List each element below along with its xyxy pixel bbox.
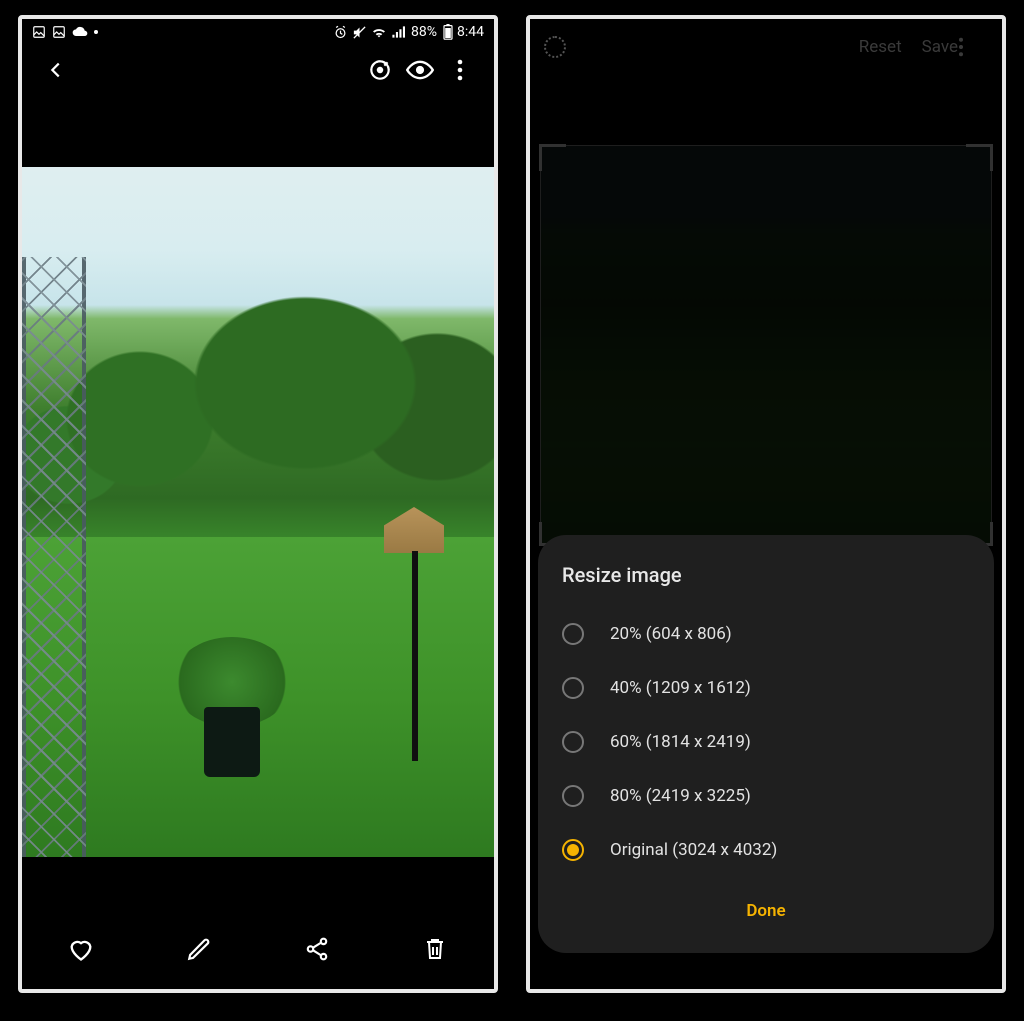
loading-spinner-icon bbox=[544, 36, 566, 58]
viewer-top-bar bbox=[22, 45, 494, 95]
radio-icon bbox=[562, 623, 584, 645]
phone-editor: Reset Save Resize image 20% (604 x 806) … bbox=[526, 15, 1006, 993]
radio-icon bbox=[562, 677, 584, 699]
editor-top-bar: Reset Save bbox=[530, 19, 1002, 75]
resize-sheet: Resize image 20% (604 x 806) 40% (1209 x… bbox=[538, 535, 994, 953]
resize-option-80[interactable]: 80% (2419 x 3225) bbox=[562, 769, 970, 823]
more-options-icon[interactable] bbox=[440, 50, 480, 90]
viewer-action-bar bbox=[22, 909, 494, 989]
resize-sheet-title: Resize image bbox=[562, 563, 970, 587]
sheet-footer: Done bbox=[562, 891, 970, 931]
photo-trees bbox=[22, 287, 494, 527]
battery-percent: 88% bbox=[411, 24, 437, 40]
status-bar: 88% 8:44 bbox=[22, 19, 494, 45]
signal-icon bbox=[391, 25, 405, 39]
notification-image-icon bbox=[32, 25, 46, 39]
resize-option-label: Original (3024 x 4032) bbox=[610, 840, 777, 860]
delete-button[interactable] bbox=[407, 921, 463, 977]
resize-option-original[interactable]: Original (3024 x 4032) bbox=[562, 823, 970, 877]
mute-icon bbox=[352, 25, 367, 40]
photo-content bbox=[22, 167, 494, 857]
cloud-icon bbox=[72, 26, 88, 38]
resize-option-60[interactable]: 60% (1814 x 2419) bbox=[562, 715, 970, 769]
wifi-icon bbox=[371, 25, 387, 39]
alarm-icon bbox=[333, 25, 348, 40]
status-left bbox=[32, 25, 98, 39]
share-button[interactable] bbox=[289, 921, 345, 977]
battery-icon bbox=[443, 24, 453, 40]
reset-button[interactable]: Reset bbox=[859, 37, 902, 57]
radio-selected-icon bbox=[562, 839, 584, 861]
resize-option-label: 80% (2419 x 3225) bbox=[610, 786, 751, 806]
editor-more-icon[interactable] bbox=[958, 37, 988, 57]
radio-icon bbox=[562, 785, 584, 807]
status-right: 88% 8:44 bbox=[333, 24, 484, 40]
resize-option-20[interactable]: 20% (604 x 806) bbox=[562, 607, 970, 661]
photo-planter bbox=[192, 637, 272, 777]
photo-feeder-post bbox=[412, 551, 418, 761]
dot-icon bbox=[94, 30, 98, 34]
photo-viewport[interactable] bbox=[22, 95, 494, 909]
resize-option-label: 20% (604 x 806) bbox=[610, 624, 732, 644]
notification-image2-icon bbox=[52, 25, 66, 39]
save-button[interactable]: Save bbox=[922, 37, 958, 57]
radio-icon bbox=[562, 731, 584, 753]
resize-option-40[interactable]: 40% (1209 x 1612) bbox=[562, 661, 970, 715]
phone-viewer: 88% 8:44 bbox=[18, 15, 498, 993]
edit-button[interactable] bbox=[171, 921, 227, 977]
resize-option-label: 60% (1814 x 2419) bbox=[610, 732, 751, 752]
photo-tower bbox=[22, 257, 86, 857]
bixby-vision-icon[interactable] bbox=[360, 50, 400, 90]
visibility-icon[interactable] bbox=[400, 50, 440, 90]
resize-option-label: 40% (1209 x 1612) bbox=[610, 678, 751, 698]
favorite-button[interactable] bbox=[53, 921, 109, 977]
clock-time: 8:44 bbox=[457, 24, 484, 40]
done-button[interactable]: Done bbox=[726, 891, 805, 931]
back-button[interactable] bbox=[36, 50, 76, 90]
